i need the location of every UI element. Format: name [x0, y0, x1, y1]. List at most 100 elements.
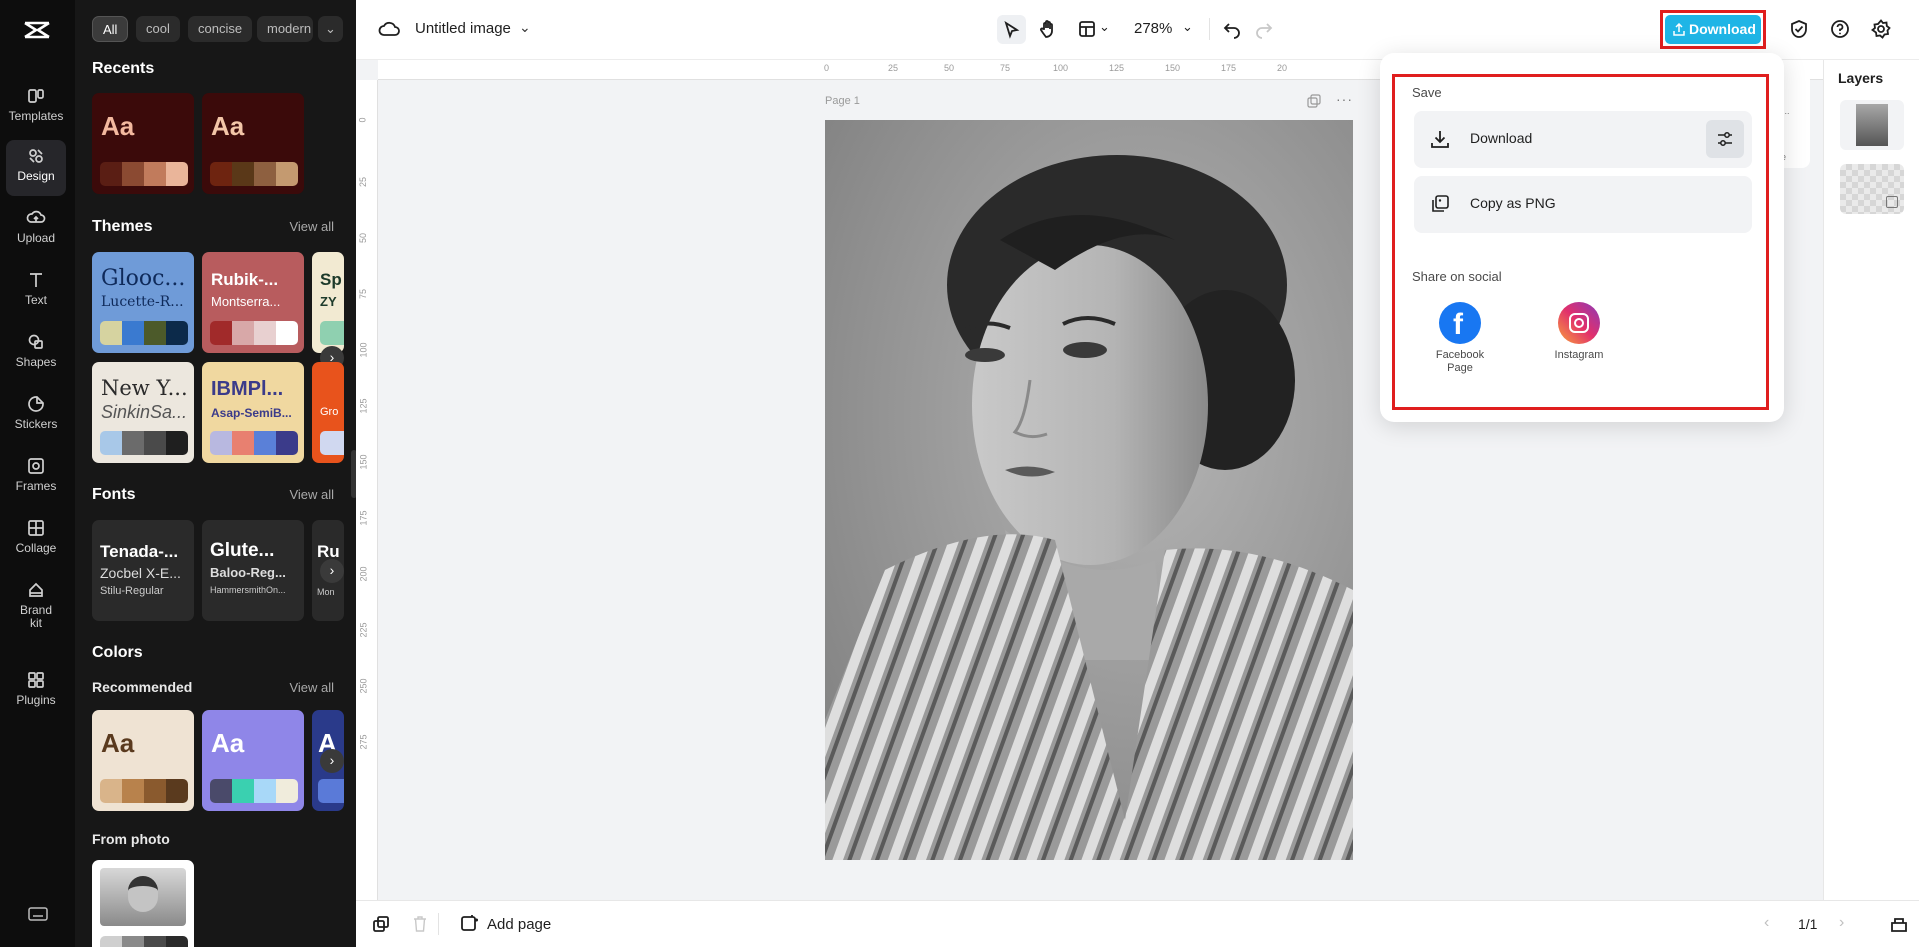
rail-label: Templates — [9, 110, 64, 123]
theme-card-3[interactable]: Sp ZY — [312, 252, 344, 353]
next-page-icon[interactable]: › — [1839, 914, 1844, 932]
redo-icon[interactable] — [1254, 19, 1274, 39]
filter-chip-modern[interactable]: modern — [257, 16, 313, 42]
download-option[interactable]: Download — [1414, 111, 1752, 168]
rail-label: Collage — [16, 542, 57, 555]
design-panel: All cool concise modern ⌄ Recents Aa Aa … — [75, 0, 356, 947]
download-settings-button[interactable] — [1706, 120, 1744, 158]
page-label: Page 1 — [825, 95, 860, 107]
instagram-label: Instagram — [1542, 349, 1616, 361]
rail-shapes[interactable]: Shapes — [6, 326, 66, 382]
rail-templates[interactable]: Templates — [6, 80, 66, 136]
shield-check-icon[interactable] — [1789, 19, 1809, 39]
rail-plugins[interactable]: Plugins — [6, 664, 66, 720]
recent-card-2[interactable]: Aa — [202, 93, 304, 194]
filter-chip-concise[interactable]: concise — [188, 16, 252, 42]
settings-gear-icon[interactable] — [1871, 19, 1891, 39]
theme-title: Sp — [320, 270, 342, 290]
layer-photo[interactable] — [1840, 100, 1904, 150]
color-card-1[interactable]: Aa — [92, 710, 194, 811]
ruler-label: 50 — [944, 63, 954, 73]
theme-card-2[interactable]: Rubik-... Montserra... — [202, 252, 304, 353]
portrait-image — [825, 120, 1353, 860]
color-swatches — [210, 321, 298, 345]
chips-dropdown-button[interactable]: ⌄ — [318, 16, 343, 42]
font-line-1: Tenada-... — [100, 542, 178, 562]
hand-tool-icon[interactable] — [1038, 19, 1058, 39]
page-more-icon[interactable]: ··· — [1336, 91, 1353, 107]
layout-chevron-down-icon[interactable]: ⌄ — [1099, 19, 1110, 35]
theme-subtitle: SinkinSa... — [101, 402, 187, 423]
keyboard-icon[interactable] — [28, 906, 48, 922]
upload-arrow-icon — [1673, 23, 1685, 36]
rail-upload[interactable]: Upload — [6, 202, 66, 258]
ruler-label: 75 — [1000, 63, 1010, 73]
color-card-2[interactable]: Aa — [202, 710, 304, 811]
filter-chip-cool[interactable]: cool — [136, 16, 180, 42]
ruler-label: 125 — [1109, 63, 1124, 73]
chevron-down-icon: ⌄ — [325, 21, 336, 36]
from-photo-card[interactable] — [92, 860, 194, 947]
zoom-chevron-down-icon[interactable]: ⌄ — [1182, 19, 1193, 35]
download-all-button[interactable]: Download all — [1665, 15, 1761, 44]
theme-card-5[interactable]: IBMPl... Asap-SemiB... — [202, 362, 304, 463]
rail-collage[interactable]: Collage — [6, 512, 66, 568]
instagram-share-button[interactable]: Instagram — [1542, 302, 1616, 361]
text-icon — [26, 270, 46, 290]
sliders-icon — [1716, 130, 1734, 148]
layers-stack-icon[interactable] — [1890, 915, 1908, 933]
rail-stickers[interactable]: Stickers — [6, 388, 66, 444]
layout-icon[interactable] — [1078, 20, 1096, 38]
recent-card-1[interactable]: Aa — [92, 93, 194, 194]
colors-next-button[interactable]: › — [320, 749, 344, 773]
face-shape — [128, 876, 158, 912]
font-card-2[interactable]: Glute... Baloo-Reg... HammersmithOn... — [202, 520, 304, 621]
cloud-sync-icon[interactable] — [378, 20, 400, 38]
colors-view-all-link[interactable]: View all — [289, 680, 334, 695]
capcut-logo-icon[interactable] — [22, 18, 52, 42]
copy-as-png-option[interactable]: Copy as PNG — [1414, 176, 1752, 233]
theme-title: New Y... — [101, 376, 188, 400]
rail-label: Plugins — [16, 694, 55, 707]
rail-brand-kit[interactable]: Brand kit — [6, 574, 66, 640]
fonts-next-button[interactable]: › — [320, 559, 344, 583]
themes-title: Themes — [92, 218, 152, 236]
theme-card-6[interactable]: Gro — [312, 362, 344, 463]
theme-card-1[interactable]: Glooc... Lucette-R... — [92, 252, 194, 353]
filter-chip-all[interactable]: All — [92, 16, 128, 42]
select-tool-button[interactable] — [997, 15, 1026, 44]
font-line-1: Glute... — [210, 540, 274, 562]
rail-text[interactable]: Text — [6, 264, 66, 320]
title-chevron-down-icon[interactable]: ⌄ — [519, 19, 531, 36]
zoom-level[interactable]: 278% — [1134, 20, 1172, 37]
facebook-share-button[interactable]: f Facebook Page — [1430, 302, 1490, 375]
add-page-button[interactable]: Add page — [461, 914, 551, 934]
copy-page-icon[interactable] — [373, 916, 389, 932]
theme-subtitle: ZY — [320, 294, 337, 309]
stickers-icon — [26, 394, 46, 414]
ruler-label: 75 — [358, 289, 368, 299]
theme-title: IBMPl... — [211, 378, 283, 401]
rail-design[interactable]: Design — [6, 140, 66, 196]
rail-label: Upload — [17, 232, 55, 245]
canvas-photo[interactable] — [825, 120, 1353, 860]
undo-icon[interactable] — [1222, 19, 1242, 39]
add-page-icon — [461, 915, 479, 933]
color-swatches — [100, 321, 188, 345]
prev-page-icon[interactable]: ‹ — [1764, 914, 1769, 932]
ruler-label: 50 — [358, 233, 368, 243]
rail-frames[interactable]: Frames — [6, 450, 66, 506]
help-icon[interactable] — [1830, 19, 1850, 39]
color-swatches — [100, 162, 188, 186]
ruler-label: 20 — [1277, 63, 1287, 73]
themes-view-all-link[interactable]: View all — [289, 219, 334, 234]
layer-background[interactable] — [1840, 164, 1904, 214]
trash-icon[interactable] — [412, 915, 428, 933]
frames-icon — [26, 456, 46, 476]
font-card-1[interactable]: Tenada-... Zocbel X-E... Stilu-Regular — [92, 520, 194, 621]
fonts-view-all-link[interactable]: View all — [289, 487, 334, 502]
plugins-icon — [26, 670, 46, 690]
theme-card-4[interactable]: New Y... SinkinSa... — [92, 362, 194, 463]
duplicate-page-icon[interactable] — [1307, 94, 1321, 108]
document-title[interactable]: Untitled image — [415, 20, 511, 37]
